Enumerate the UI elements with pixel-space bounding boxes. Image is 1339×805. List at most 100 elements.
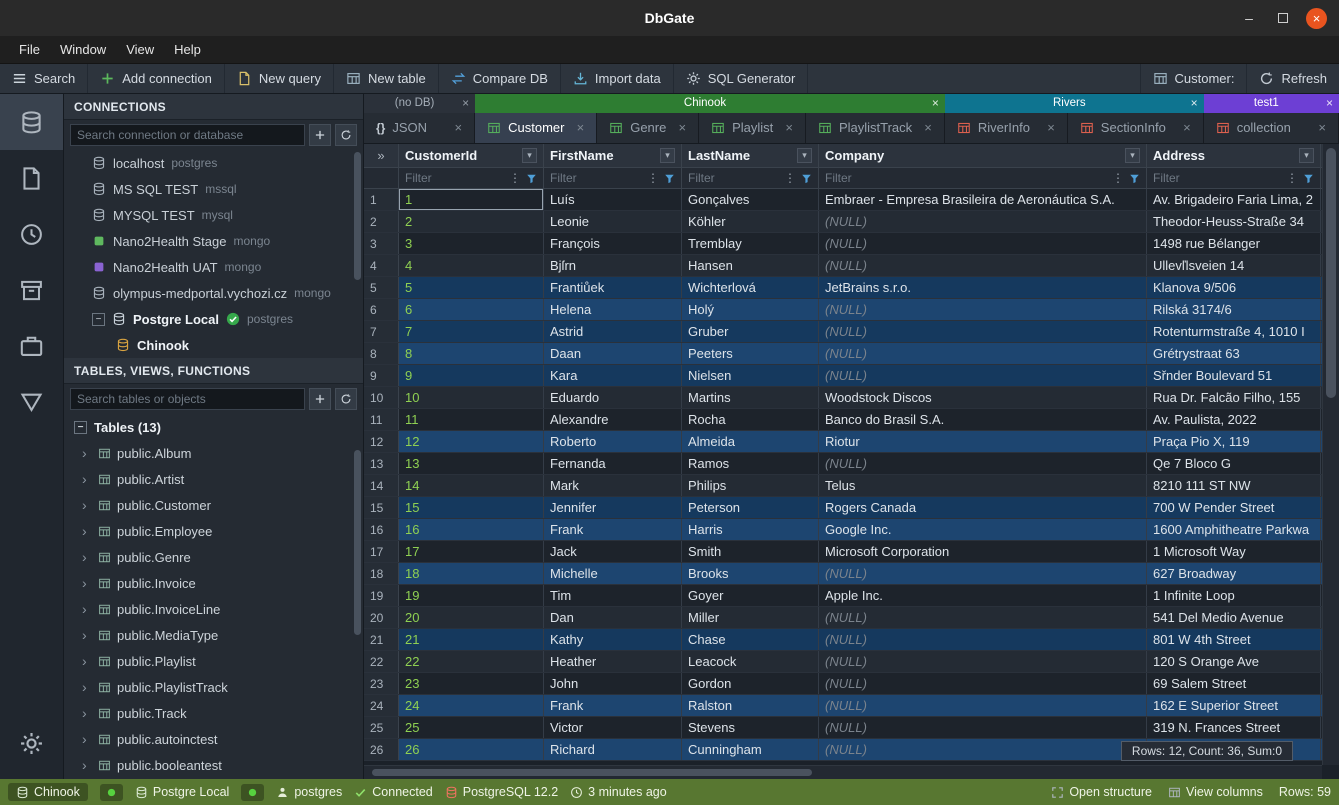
connection-postgre-local[interactable]: −Postgre Localpostgres bbox=[64, 306, 363, 332]
rail-archive-button[interactable] bbox=[0, 262, 63, 318]
cell-customerid[interactable]: 25 bbox=[399, 717, 544, 738]
cell-customerid[interactable]: 22 bbox=[399, 651, 544, 672]
cell-lastname[interactable]: Harris bbox=[682, 519, 819, 540]
cell-firstname[interactable]: Kathy bbox=[544, 629, 682, 650]
cell-customerid[interactable]: 14 bbox=[399, 475, 544, 496]
cell-customerid[interactable]: 10 bbox=[399, 387, 544, 408]
cell-address[interactable]: Praça Pio X, 119 bbox=[1147, 431, 1321, 452]
chevron-right-icon[interactable]: › bbox=[82, 497, 92, 513]
table-row[interactable]: 1414MarkPhilipsTelus8210 111 ST NW bbox=[364, 475, 1322, 497]
rail-filters-button[interactable] bbox=[0, 374, 63, 430]
column-menu-icon[interactable]: ▾ bbox=[522, 148, 537, 163]
table-row[interactable]: 1212RobertoAlmeidaRioturPraça Pio X, 119 bbox=[364, 431, 1322, 453]
tab-json[interactable]: {}JSON× bbox=[364, 113, 475, 143]
close-icon[interactable]: × bbox=[1326, 96, 1333, 110]
cell-company[interactable]: (NULL) bbox=[819, 695, 1147, 716]
cell-address[interactable]: 8210 111 ST NW bbox=[1147, 475, 1321, 496]
cell-firstname[interactable]: Roberto bbox=[544, 431, 682, 452]
filter-menu-icon[interactable]: ⋮ bbox=[647, 171, 659, 185]
cell-firstname[interactable]: Alexandre bbox=[544, 409, 682, 430]
chevron-right-icon[interactable]: › bbox=[82, 627, 92, 643]
column-menu-icon[interactable]: ▾ bbox=[660, 148, 675, 163]
cell-lastname[interactable]: Stevens bbox=[682, 717, 819, 738]
rail-files-button[interactable] bbox=[0, 150, 63, 206]
table-row[interactable]: 1313FernandaRamos(NULL)Qe 7 Bloco G bbox=[364, 453, 1322, 475]
cell-firstname[interactable]: Michelle bbox=[544, 563, 682, 584]
cell-lastname[interactable]: Wichterlová bbox=[682, 277, 819, 298]
chevron-right-icon[interactable]: › bbox=[82, 705, 92, 721]
toolbar-import-data-button[interactable]: Import data bbox=[561, 64, 674, 93]
cell-company[interactable]: Apple Inc. bbox=[819, 585, 1147, 606]
cell-lastname[interactable]: Tremblay bbox=[682, 233, 819, 254]
tables-scrollbar[interactable] bbox=[354, 450, 361, 635]
column-header-company[interactable]: Company▾ bbox=[819, 144, 1147, 167]
maximize-button[interactable] bbox=[1272, 7, 1294, 29]
cell-company[interactable]: JetBrains s.r.o. bbox=[819, 277, 1147, 298]
connection-nano2health-stage[interactable]: Nano2Health Stagemongo bbox=[64, 228, 363, 254]
tab-collection[interactable]: collection× bbox=[1204, 113, 1339, 143]
column-header-customerid[interactable]: CustomerId▾ bbox=[399, 144, 544, 167]
cell-company[interactable]: (NULL) bbox=[819, 673, 1147, 694]
chevron-right-icon[interactable]: › bbox=[82, 523, 92, 539]
cell-address[interactable]: Grétrystraat 63 bbox=[1147, 343, 1321, 364]
cell-customerid[interactable]: 6 bbox=[399, 299, 544, 320]
cell-customerid[interactable]: 19 bbox=[399, 585, 544, 606]
table-row[interactable]: 1515JenniferPetersonRogers Canada700 W P… bbox=[364, 497, 1322, 519]
cell-firstname[interactable]: Jennifer bbox=[544, 497, 682, 518]
cell-address[interactable]: Av. Paulista, 2022 bbox=[1147, 409, 1321, 430]
cell-address[interactable]: Rua Dr. Falcão Filho, 155 bbox=[1147, 387, 1321, 408]
cell-firstname[interactable]: Bjſrn bbox=[544, 255, 682, 276]
column-header-lastname[interactable]: LastName▾ bbox=[682, 144, 819, 167]
cell-lastname[interactable]: Rocha bbox=[682, 409, 819, 430]
connection-olympus-medportal-vychozi-cz[interactable]: olympus-medportal.vychozi.czmongo bbox=[64, 280, 363, 306]
filter-menu-icon[interactable]: ⋮ bbox=[1286, 171, 1298, 185]
cell-customerid[interactable]: 12 bbox=[399, 431, 544, 452]
expand-columns-button[interactable]: » bbox=[364, 144, 399, 167]
cell-customerid[interactable]: 5 bbox=[399, 277, 544, 298]
cell-address[interactable]: 1498 rue Bélanger bbox=[1147, 233, 1321, 254]
cell-firstname[interactable]: Frank bbox=[544, 519, 682, 540]
refresh-tables-button[interactable] bbox=[335, 388, 357, 410]
table-item-public-booleantest[interactable]: ›public.booleantest bbox=[64, 752, 363, 778]
cell-address[interactable]: Rilská 3174/6 bbox=[1147, 299, 1321, 320]
tab-sectioninfo[interactable]: SectionInfo× bbox=[1068, 113, 1204, 143]
table-item-public-playlisttrack[interactable]: ›public.PlaylistTrack bbox=[64, 674, 363, 700]
cell-address[interactable]: Av. Brigadeiro Faria Lima, 2 bbox=[1147, 189, 1321, 210]
rail-connections-button[interactable] bbox=[0, 94, 63, 150]
table-row[interactable]: 1010EduardoMartinsWoodstock DiscosRua Dr… bbox=[364, 387, 1322, 409]
chevron-right-icon[interactable]: › bbox=[82, 549, 92, 565]
cell-company[interactable]: (NULL) bbox=[819, 299, 1147, 320]
cell-lastname[interactable]: Holý bbox=[682, 299, 819, 320]
table-item-public-autoinctest[interactable]: ›public.autoinctest bbox=[64, 726, 363, 752]
cell-firstname[interactable]: John bbox=[544, 673, 682, 694]
column-menu-icon[interactable]: ▾ bbox=[1299, 148, 1314, 163]
filter-input-company[interactable]: Filter⋮ bbox=[819, 168, 1147, 188]
tab-group-header[interactable]: test1× bbox=[1204, 94, 1339, 113]
filter-input-address[interactable]: Filter⋮ bbox=[1147, 168, 1321, 188]
cell-lastname[interactable]: Köhler bbox=[682, 211, 819, 232]
cell-company[interactable]: (NULL) bbox=[819, 343, 1147, 364]
connection-mysql-test[interactable]: MYSQL TESTmysql bbox=[64, 202, 363, 228]
cell-lastname[interactable]: Smith bbox=[682, 541, 819, 562]
cell-address[interactable]: 1 Infinite Loop bbox=[1147, 585, 1321, 606]
table-row[interactable]: 1111AlexandreRochaBanco do Brasil S.A.Av… bbox=[364, 409, 1322, 431]
cell-customerid[interactable]: 18 bbox=[399, 563, 544, 584]
connection-chinook[interactable]: Chinook bbox=[64, 332, 363, 358]
table-row[interactable]: 2020DanMiller(NULL)541 Del Medio Avenue bbox=[364, 607, 1322, 629]
cell-company[interactable]: (NULL) bbox=[819, 651, 1147, 672]
table-item-public-invoice[interactable]: ›public.Invoice bbox=[64, 570, 363, 596]
column-header-address[interactable]: Address▾ bbox=[1147, 144, 1321, 167]
rail-plugins-button[interactable] bbox=[0, 318, 63, 374]
horizontal-scrollbar-thumb[interactable] bbox=[372, 769, 812, 776]
minimize-button[interactable]: – bbox=[1238, 7, 1260, 29]
refresh-connections-button[interactable] bbox=[335, 124, 357, 146]
close-icon[interactable]: × bbox=[924, 120, 932, 135]
connections-search-input[interactable]: Search connection or database bbox=[70, 124, 305, 146]
table-row[interactable]: 33FrançoisTremblay(NULL)1498 rue Bélange… bbox=[364, 233, 1322, 255]
cell-lastname[interactable]: Gonçalves bbox=[682, 189, 819, 210]
filter-input-customerid[interactable]: Filter⋮ bbox=[399, 168, 544, 188]
cell-customerid[interactable]: 1 bbox=[399, 189, 544, 210]
cell-company[interactable]: Riotur bbox=[819, 431, 1147, 452]
close-icon[interactable]: × bbox=[1183, 120, 1191, 135]
cell-lastname[interactable]: Nielsen bbox=[682, 365, 819, 386]
